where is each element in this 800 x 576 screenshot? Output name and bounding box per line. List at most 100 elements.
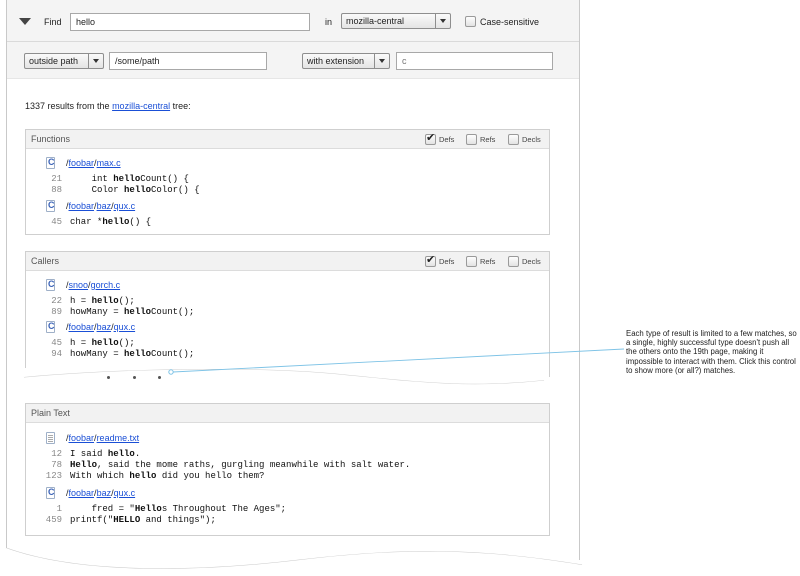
chevron-down-icon	[435, 14, 450, 28]
line-number[interactable]: 21	[30, 174, 62, 184]
line-number[interactable]: 78	[30, 460, 62, 470]
results-suffix-text: tree:	[172, 101, 191, 111]
search-input[interactable]	[70, 13, 310, 31]
file-path: /snoo/gorch.c	[66, 280, 120, 290]
case-sensitive-label: Case-sensitive	[480, 17, 540, 27]
path-segment-link[interactable]: qux.c	[114, 488, 136, 498]
match-highlight: hello	[124, 307, 152, 317]
code-after: Count();	[151, 349, 195, 359]
results-page: Find in mozilla-central Case-sensitive o…	[6, 0, 580, 560]
match-highlight: Hello	[70, 460, 98, 470]
c-file-icon: C	[46, 321, 55, 333]
show-more-dot[interactable]	[107, 376, 110, 379]
code-before: h =	[70, 296, 92, 306]
file-path: /foobar/readme.txt	[66, 433, 139, 443]
filter-checkbox[interactable]	[466, 134, 477, 145]
plain-text-panel: Plain Text/foobar/readme.txt 12 I said hel…	[25, 403, 550, 536]
code-after: ();	[118, 296, 135, 306]
case-sensitive-checkbox[interactable]	[465, 16, 476, 27]
line-number[interactable]: 123	[30, 471, 62, 481]
line-number[interactable]: 88	[30, 185, 62, 195]
path-segment-link[interactable]: foobar	[69, 322, 95, 332]
code-before: I said	[70, 449, 108, 459]
match-highlight: hello	[124, 349, 152, 359]
match-highlight: hello	[91, 296, 119, 306]
line-number[interactable]: 22	[30, 296, 62, 306]
show-more-dot[interactable]	[133, 376, 136, 379]
code-after: did you hello them?	[156, 471, 265, 481]
panel-header: Plain Text	[26, 404, 549, 423]
path-segment-link[interactable]: foobar	[69, 488, 95, 498]
line-number[interactable]: 89	[30, 307, 62, 317]
file-path: /foobar/baz/qux.c	[66, 488, 135, 498]
panel-header: Callers Defs Refs Decls	[26, 252, 549, 271]
show-more-dot[interactable]	[158, 376, 161, 379]
match-highlight: hello	[107, 449, 135, 459]
match-highlight: Hello	[134, 504, 162, 514]
extension-mode-value: with extension	[307, 56, 365, 66]
code-text: int helloCount() {	[70, 174, 189, 184]
path-segment-link[interactable]: foobar	[69, 158, 95, 168]
code-before: fred = "	[70, 504, 135, 514]
annotation-note: Each type of result is limited to a few …	[626, 329, 797, 375]
code-text: Color helloColor() {	[70, 185, 200, 195]
line-number[interactable]: 45	[30, 338, 62, 348]
code-text: I said hello.	[70, 449, 140, 459]
extension-input[interactable]	[396, 52, 553, 70]
filter-checkbox[interactable]	[466, 256, 477, 267]
path-segment-link[interactable]: gorch.c	[91, 280, 121, 290]
path-segment-link[interactable]: baz	[97, 488, 112, 498]
filter-checkbox[interactable]	[508, 256, 519, 267]
match-highlight: hello	[129, 471, 157, 481]
filter-option-label: Refs	[480, 135, 496, 144]
code-before: int	[70, 174, 114, 184]
code-after: Color() {	[151, 185, 200, 195]
tree-link[interactable]: mozilla-central	[112, 101, 170, 111]
code-text: char *hello() {	[70, 217, 151, 227]
callers-panel: Callers Defs Refs Decls C/snoo/gorch.c 22 h = …	[25, 251, 550, 377]
filter-checkbox[interactable]	[425, 131, 436, 145]
path-segment-link[interactable]: qux.c	[114, 201, 136, 211]
match-highlight: hello	[91, 338, 119, 348]
code-before: With which	[70, 471, 130, 481]
path-segment-link[interactable]: snoo	[69, 280, 89, 290]
line-number[interactable]: 459	[30, 515, 62, 525]
tree-select[interactable]: mozilla-central	[341, 13, 451, 29]
panel-title: Functions	[31, 134, 71, 144]
code-before: char *	[70, 217, 103, 227]
path-input[interactable]	[109, 52, 267, 70]
c-file-icon: C	[46, 487, 55, 499]
path-segment-link[interactable]: baz	[97, 322, 112, 332]
path-mode-select[interactable]: outside path	[24, 53, 104, 69]
path-segment-link[interactable]: foobar	[69, 433, 95, 443]
line-number[interactable]: 94	[30, 349, 62, 359]
filter-checkbox[interactable]	[425, 253, 436, 267]
code-before: printf("	[70, 515, 114, 525]
filter-option-label: Refs	[480, 257, 496, 266]
path-segment-link[interactable]: baz	[97, 201, 112, 211]
code-text: h = hello();	[70, 338, 135, 348]
path-segment-link[interactable]: foobar	[69, 201, 95, 211]
code-before: howMany =	[70, 307, 125, 317]
code-after: , said the mome raths, gurgling meanwhil…	[97, 460, 411, 470]
filter-checkbox[interactable]	[508, 134, 519, 145]
panel-title: Plain Text	[31, 408, 70, 418]
collapse-triangle-icon[interactable]	[19, 18, 31, 25]
file-path: /foobar/max.c	[66, 158, 121, 168]
match-highlight: hello	[102, 217, 130, 227]
path-segment-link[interactable]: max.c	[97, 158, 121, 168]
panel-header: Functions Defs Refs Decls	[26, 130, 549, 149]
extension-mode-select[interactable]: with extension	[302, 53, 390, 69]
find-label: Find	[44, 17, 62, 27]
results-summary: 1337 results from the mozilla-central tr…	[25, 101, 191, 111]
path-segment-link[interactable]: readme.txt	[97, 433, 140, 443]
line-number[interactable]: 1	[30, 504, 62, 514]
line-number[interactable]: 12	[30, 449, 62, 459]
path-segment-link[interactable]: qux.c	[114, 322, 136, 332]
filter-bar: outside path with extension	[7, 42, 579, 79]
code-before: Color	[70, 185, 125, 195]
filter-option-label: Decls	[522, 135, 541, 144]
line-number[interactable]: 45	[30, 217, 62, 227]
filter-option-label: Decls	[522, 257, 541, 266]
results-count-text: 1337 results from the	[25, 101, 110, 111]
